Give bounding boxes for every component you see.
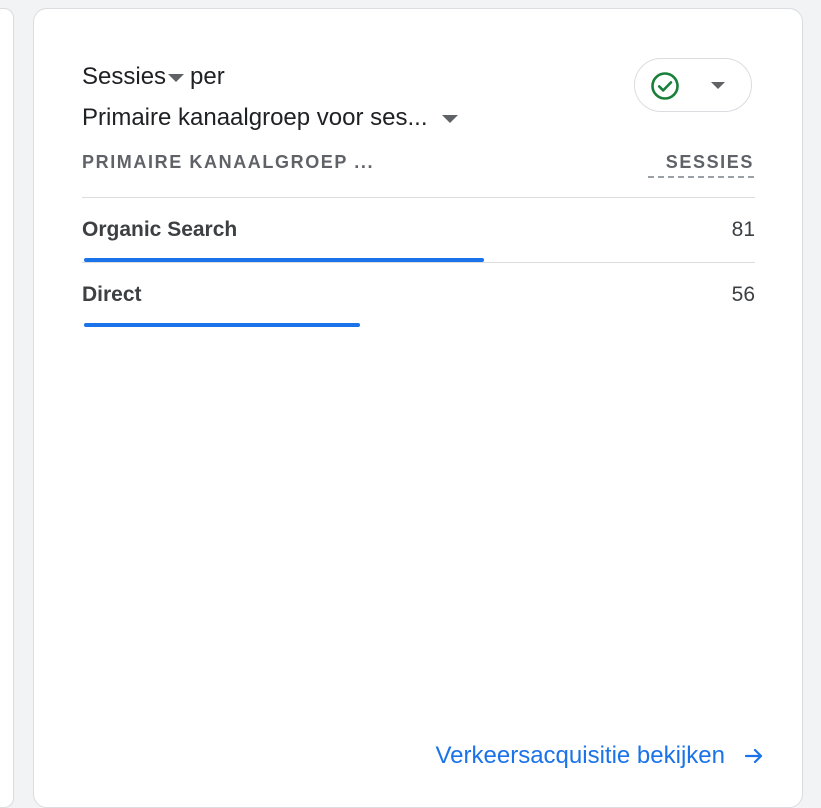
table-row: Organic Search 81 <box>82 198 755 262</box>
title-connector: per <box>190 63 225 90</box>
sessions-column-header[interactable]: SESSIES <box>648 152 754 178</box>
footer-link-label: Verkeersacquisitie bekijken <box>435 742 726 769</box>
view-traffic-acquisition-link[interactable]: Verkeersacquisitie bekijken <box>436 742 766 770</box>
adjacent-card-edge <box>0 8 14 808</box>
metric-selector-label[interactable]: Sessies <box>82 63 166 91</box>
row-label: Direct <box>82 283 142 306</box>
row-bar <box>84 323 360 327</box>
dimension-dropdown-icon[interactable] <box>441 115 458 123</box>
metric-dropdown-icon[interactable] <box>168 74 185 82</box>
card-title-dimension-line: Primaire kanaalgroep voor ses... <box>82 101 464 135</box>
chevron-down-icon <box>711 82 725 89</box>
row-value: 81 <box>731 218 755 241</box>
row-value: 56 <box>731 283 755 306</box>
card-title-metric-line: Sessies per <box>82 60 225 94</box>
dimension-selector-label[interactable]: Primaire kanaalgroep voor ses... <box>82 104 428 132</box>
row-label: Organic Search <box>82 218 238 241</box>
table-row: Direct 56 <box>82 263 755 327</box>
arrow-right-icon <box>744 748 763 764</box>
dimension-column-header: PRIMAIRE KANAALGROEP ... <box>82 152 375 172</box>
check-circle-icon <box>651 72 679 100</box>
data-quality-status-chip[interactable] <box>634 58 752 112</box>
